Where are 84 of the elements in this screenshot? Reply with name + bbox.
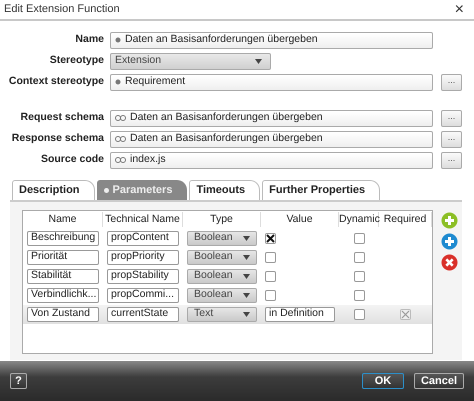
checkbox[interactable]	[265, 252, 276, 262]
dropdown-value: Boolean	[194, 230, 233, 246]
field-value: Requirement	[125, 74, 186, 90]
cancel-button[interactable]: Cancel	[414, 373, 464, 389]
text-field[interactable]: index.js	[110, 152, 433, 168]
field-label: Stereotype	[48, 53, 105, 68]
checkbox[interactable]	[265, 270, 276, 282]
text-field[interactable]: Requirement	[110, 74, 433, 90]
add-icon[interactable]	[441, 232, 458, 250]
checkbox[interactable]	[354, 232, 364, 244]
link-icon	[115, 115, 126, 121]
dropdown-value: Boolean	[194, 287, 233, 302]
value-field[interactable]: in Definition	[265, 306, 335, 322]
name-field[interactable]: Von Zustand	[27, 306, 99, 322]
name-field[interactable]: Verbindlichk...	[27, 288, 99, 302]
dropdown-value: Boolean	[194, 268, 233, 284]
field-value: Daten an Basisanforderungen übergeben	[130, 131, 323, 146]
add-icon[interactable]	[441, 212, 458, 228]
technical-name-field[interactable]: propCommi...	[107, 288, 179, 302]
delete-icon[interactable]	[441, 254, 458, 270]
column-header: Required	[379, 212, 432, 228]
type-dropdown[interactable]: Boolean	[187, 288, 257, 302]
stereotype-dropdown[interactable]: Extension	[110, 52, 271, 70]
name-field[interactable]: Stabilität	[27, 268, 99, 284]
window-title: Edit Extension Function	[4, 2, 120, 18]
name-field[interactable]: Beschreibung	[27, 230, 99, 246]
checkbox[interactable]	[354, 270, 364, 282]
column-header: Dynamic	[339, 212, 379, 228]
check-icon	[266, 234, 275, 242]
bullet-icon	[115, 37, 121, 43]
bullet-icon	[115, 79, 121, 85]
checkbox[interactable]	[400, 308, 411, 320]
type-dropdown[interactable]: Boolean	[187, 230, 257, 246]
browse-button[interactable]: ...	[441, 152, 462, 168]
caret-icon	[243, 292, 250, 298]
dropdown-value: Text	[194, 306, 214, 322]
caret-icon	[243, 236, 250, 240]
field-label: Response schema	[10, 131, 105, 146]
browse-button[interactable]: ...	[441, 74, 462, 90]
check-icon	[401, 310, 410, 318]
checkbox[interactable]	[265, 232, 276, 244]
checkbox[interactable]	[354, 290, 364, 300]
tab[interactable]: Further Properties	[262, 180, 380, 200]
field-label: Name	[74, 32, 105, 48]
bullet-icon	[104, 188, 109, 193]
field-value: index.js	[130, 152, 166, 168]
name-field[interactable]: Priorität	[27, 250, 99, 264]
field-value: Daten an Basisanforderungen übergeben	[125, 32, 318, 48]
field-value: Daten an Basisanforderungen übergeben	[130, 110, 323, 126]
field-label: Request schema	[20, 110, 105, 126]
checkbox[interactable]	[354, 308, 364, 320]
text-field[interactable]: Daten an Basisanforderungen übergeben	[110, 110, 433, 126]
technical-name-field[interactable]: currentState	[107, 306, 179, 322]
close-button[interactable]: ×	[452, 2, 466, 18]
field-label: Source code	[40, 152, 105, 168]
checkbox[interactable]	[265, 290, 276, 300]
caret-icon	[243, 254, 250, 260]
caret-icon	[255, 58, 262, 64]
caret-icon	[243, 274, 250, 278]
tab[interactable]: Description	[12, 180, 95, 200]
link-icon	[115, 136, 126, 142]
column-header: Value	[261, 212, 339, 228]
help-button[interactable]: ?	[10, 373, 27, 389]
type-dropdown[interactable]: Text	[187, 306, 257, 322]
ok-button[interactable]: OK	[362, 373, 404, 389]
field-label: Context stereotype	[8, 74, 105, 90]
column-header: Type	[183, 212, 261, 228]
column-header: Name	[23, 212, 103, 228]
text-field[interactable]: Daten an Basisanforderungen übergeben	[110, 130, 433, 148]
browse-button[interactable]: ...	[441, 130, 462, 148]
type-dropdown[interactable]: Boolean	[187, 250, 257, 264]
text-field[interactable]: Daten an Basisanforderungen übergeben	[110, 32, 433, 48]
dropdown-value: Boolean	[194, 249, 233, 264]
technical-name-field[interactable]: propContent	[107, 230, 179, 246]
caret-icon	[243, 312, 250, 316]
browse-button[interactable]: ...	[441, 110, 462, 126]
tab[interactable]: Timeouts	[189, 180, 260, 200]
column-header: Technical Name	[103, 212, 183, 228]
checkbox[interactable]	[354, 252, 364, 262]
technical-name-field[interactable]: propStability	[107, 268, 179, 284]
link-icon	[115, 157, 126, 163]
type-dropdown[interactable]: Boolean	[187, 268, 257, 284]
technical-name-field[interactable]: propPriority	[107, 250, 179, 264]
dropdown-value: Extension	[115, 53, 162, 68]
